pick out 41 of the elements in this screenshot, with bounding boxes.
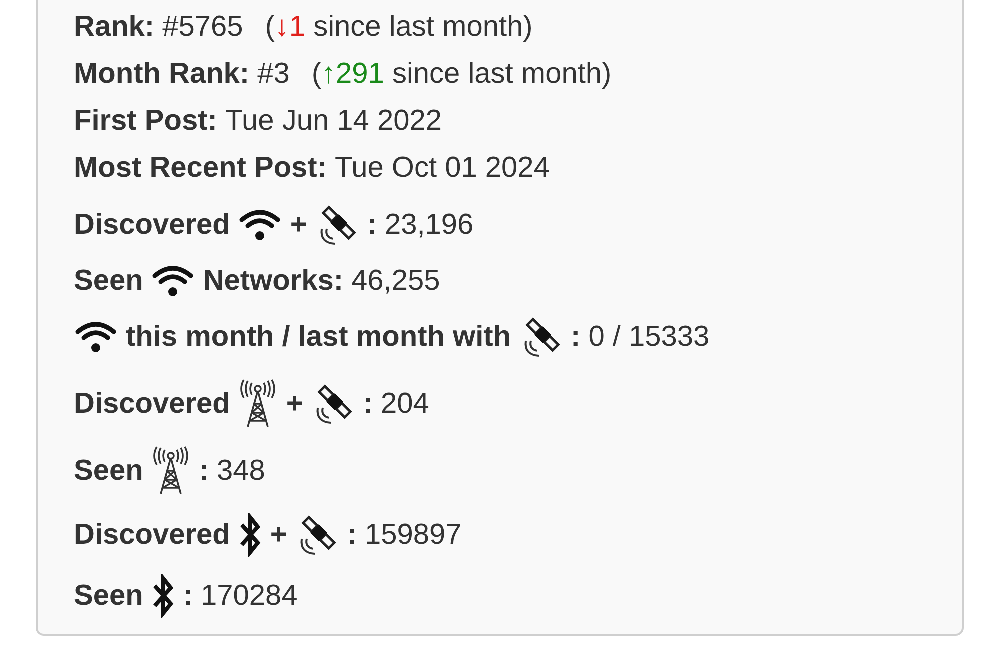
stat-value: 0 / 15333	[588, 322, 710, 352]
stat-label: Networks:	[203, 266, 344, 296]
bluetooth-icon	[151, 574, 176, 618]
stat-value: #5765	[162, 12, 244, 42]
stat-label: :	[347, 520, 357, 550]
stat-label: First Post:	[74, 106, 218, 136]
stat-label: Month Rank:	[74, 60, 250, 88]
stat-label: :	[571, 322, 581, 352]
stat-label: :	[363, 390, 373, 418]
stat-label: Most Recent Post:	[74, 154, 327, 182]
bluetooth-icon	[238, 513, 262, 557]
wifi-icon	[151, 264, 196, 298]
rank-change: (↓1 since last month)	[265, 12, 533, 42]
stat-label: +	[270, 520, 288, 550]
stat-label: Seen	[74, 266, 144, 296]
stat-value: 204	[380, 390, 430, 418]
rank-change: (↑291 since last month)	[312, 60, 612, 88]
antenna-tower-icon	[151, 446, 192, 496]
stat-value: 348	[217, 456, 266, 486]
stat-value: 23,196	[384, 210, 474, 240]
antenna-tower-icon	[238, 379, 278, 429]
stat-label: :	[183, 582, 193, 610]
stat-label: +	[290, 210, 308, 240]
stat-value: 46,255	[352, 266, 440, 296]
stat-value: Tue Jun 14 2022	[225, 106, 442, 136]
stat-label: :	[199, 456, 209, 486]
stat-label: Discovered	[74, 210, 230, 240]
stat-label: Rank:	[74, 12, 155, 42]
stat-label: :	[367, 210, 377, 240]
stat-label: Discovered	[74, 520, 230, 550]
wifi-icon	[74, 320, 118, 354]
stat-value: #3	[258, 60, 290, 88]
wifi-icon	[238, 208, 282, 242]
stat-label: Discovered	[74, 390, 230, 418]
stat-value: 159897	[364, 520, 462, 550]
stat-label: this month / last month with	[126, 322, 512, 352]
stat-label: +	[286, 390, 304, 418]
stat-value: 170284	[201, 582, 298, 610]
stat-value: Tue Oct 01 2024	[334, 154, 550, 182]
stat-label: Seen	[74, 456, 144, 486]
stat-label: Seen	[74, 582, 144, 610]
